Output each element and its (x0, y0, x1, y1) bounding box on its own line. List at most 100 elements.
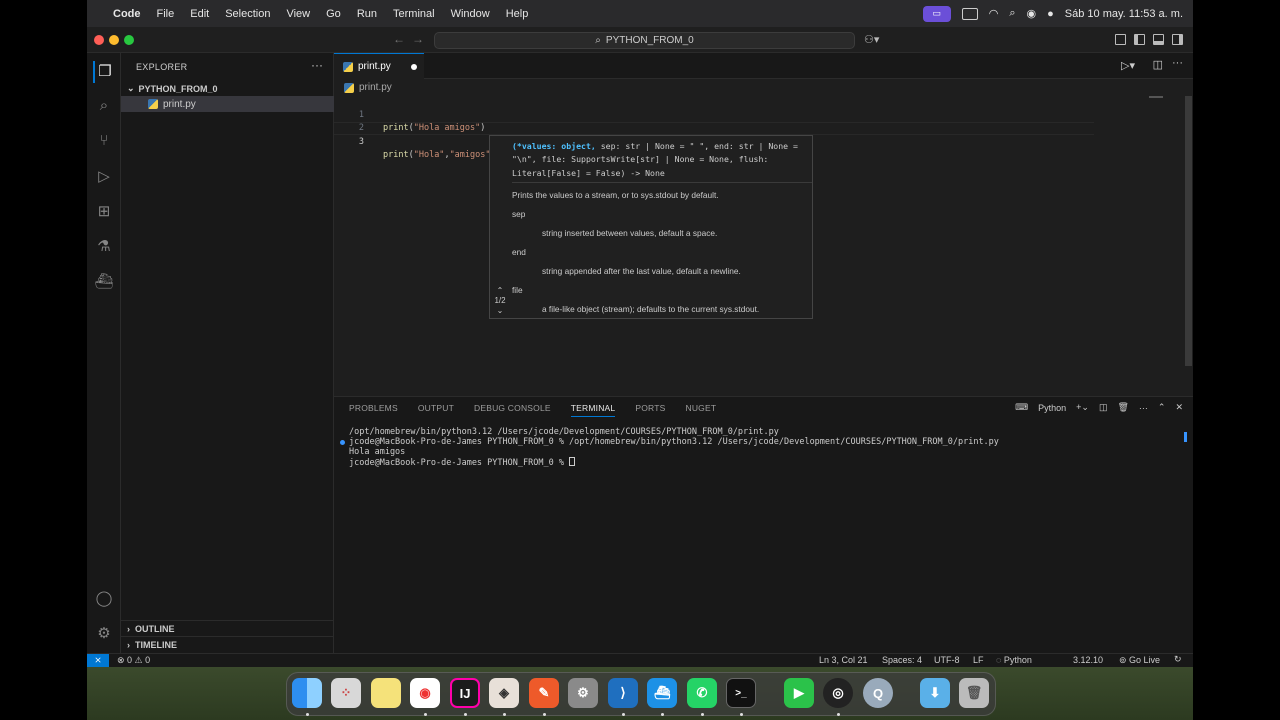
menu-run[interactable]: Run (349, 8, 385, 20)
system-settings-icon[interactable]: ⚙ (568, 678, 598, 708)
warp-icon[interactable]: ◈ (489, 678, 519, 708)
screen-share-icon[interactable]: ▭ (922, 5, 951, 22)
battery-icon[interactable] (961, 7, 978, 20)
maximize-panel-icon[interactable]: ⌃ (1158, 402, 1166, 413)
chevron-up-icon[interactable]: ⌃ (491, 286, 509, 296)
docker-icon[interactable]: ⛴ (93, 271, 115, 293)
sublime-icon[interactable]: ✎ (529, 678, 559, 708)
kill-terminal-icon[interactable]: 🗑 (1117, 402, 1128, 413)
docker-icon[interactable]: ⛴ (647, 678, 677, 708)
siri-icon[interactable]: ● (1047, 8, 1054, 20)
signature-help-popup[interactable]: (*values: object, sep: str | None = " ",… (489, 135, 813, 319)
vscode-icon[interactable]: ⟩ (608, 678, 638, 708)
more-actions-icon[interactable]: ··· (311, 58, 323, 72)
code-line-1[interactable]: 1 print("Hola amigos") (334, 96, 1094, 133)
timeline-section[interactable]: › TIMELINE (121, 636, 334, 652)
close-window-button[interactable] (94, 35, 104, 45)
breadcrumb-file[interactable]: print.py (359, 82, 392, 93)
tab-debug-console[interactable]: DEBUG CONSOLE (474, 403, 551, 417)
tab-ports[interactable]: PORTS (635, 403, 665, 417)
source-control-icon[interactable]: ⑂ (93, 130, 115, 152)
terminal-scrollbar[interactable] (1184, 432, 1187, 442)
wifi-icon[interactable]: ◠ (989, 7, 999, 20)
menu-help[interactable]: Help (498, 8, 537, 20)
menu-window[interactable]: Window (443, 8, 498, 20)
cursor-position[interactable]: Ln 3, Col 21 (819, 655, 868, 665)
menu-file[interactable]: File (149, 8, 183, 20)
line-ending[interactable]: LF (973, 655, 984, 665)
problems-count[interactable]: ⊗ 0 ⚠ 0 (117, 655, 150, 666)
menu-view[interactable]: View (278, 8, 318, 20)
indentation[interactable]: Spaces: 4 (882, 655, 922, 665)
notes-icon[interactable] (371, 678, 401, 708)
layout-customize-icon[interactable] (1115, 34, 1126, 45)
trash-icon[interactable]: 🗑 (959, 678, 989, 708)
search-icon[interactable]: ⌕ (93, 95, 115, 117)
tab-output[interactable]: OUTPUT (418, 403, 454, 417)
settings-gear-icon[interactable]: ⚙ (93, 623, 115, 645)
launchpad-icon[interactable]: ⁘ (331, 678, 361, 708)
python-version[interactable]: 3.12.10 (1073, 655, 1103, 665)
zoom-window-button[interactable] (124, 35, 134, 45)
terminal-prompt-line[interactable]: jcode@MacBook-Pro-de-James PYTHON_FROM_0… (349, 457, 576, 469)
nav-forward-icon[interactable]: → (412, 32, 424, 46)
new-terminal-icon[interactable]: +⌄ (1076, 402, 1089, 413)
quicktime-icon[interactable]: Q (863, 678, 893, 708)
chrome-icon[interactable]: ◉ (410, 678, 440, 708)
run-debug-icon[interactable]: ▷ (93, 166, 115, 188)
facetime-icon[interactable]: ▶ (784, 678, 814, 708)
copilot-icon[interactable]: ⚇▾ (864, 33, 879, 46)
minimize-window-button[interactable] (109, 35, 119, 45)
editor-scrollbar[interactable] (1185, 96, 1192, 366)
downloads-folder-icon[interactable]: ⬇ (920, 678, 950, 708)
terminal-shell-name[interactable]: Python (1038, 403, 1066, 413)
tab-print-py[interactable]: print.py (334, 53, 424, 79)
whatsapp-icon[interactable]: ✆ (687, 678, 717, 708)
outline-section[interactable]: › OUTLINE (121, 620, 334, 636)
explorer-icon[interactable]: ❐ (93, 61, 115, 83)
intellij-icon[interactable]: IJ (450, 678, 480, 708)
finder-icon[interactable] (292, 678, 322, 708)
tab-problems[interactable]: PROBLEMS (349, 403, 398, 417)
notifications-icon[interactable]: ↻ (1174, 654, 1182, 665)
toggle-secondary-sidebar-icon[interactable] (1172, 34, 1183, 45)
language-mode[interactable]: ◌ Python (996, 655, 1032, 665)
run-file-icon[interactable]: ▷▾ (1121, 59, 1135, 72)
control-center-icon[interactable]: ◉ (1027, 7, 1037, 20)
tab-nuget[interactable]: NUGET (685, 403, 716, 417)
terminal-app-icon[interactable]: >_ (726, 678, 756, 708)
menu-terminal[interactable]: Terminal (385, 8, 443, 20)
menu-selection[interactable]: Selection (217, 8, 278, 20)
encoding[interactable]: UTF-8 (934, 655, 960, 665)
command-status-icon[interactable] (340, 440, 345, 445)
tab-terminal[interactable]: TERMINAL (570, 403, 616, 417)
editor-more-icon[interactable]: ··· (1172, 57, 1183, 69)
split-editor-icon[interactable]: ◫ (1153, 58, 1163, 71)
menubar-clock[interactable]: Sáb 10 may. 11:53 a. m. (1065, 8, 1183, 20)
menu-go[interactable]: Go (318, 8, 349, 20)
menu-edit[interactable]: Edit (182, 8, 217, 20)
toggle-panel-icon[interactable] (1153, 34, 1164, 45)
unsaved-dot-icon[interactable] (411, 64, 417, 70)
toggle-sidebar-icon[interactable] (1134, 34, 1145, 45)
remote-indicator-icon[interactable]: ⨯ (87, 654, 109, 668)
workspace-folder[interactable]: ⌄ PYTHON_FROM_0 (121, 81, 334, 96)
terminal-shell-icon[interactable]: ⌨ (1015, 402, 1028, 413)
go-live[interactable]: ⊚ Go Live (1119, 655, 1160, 666)
code-line-3[interactable]: 3 print("Hola","amigos") (334, 122, 1094, 161)
close-panel-icon[interactable]: ✕ (1175, 402, 1183, 413)
extensions-icon[interactable]: ⊞ (93, 201, 115, 223)
minimap[interactable] (1149, 96, 1163, 98)
code-line-2[interactable]: 2 (334, 109, 1094, 133)
nav-back-icon[interactable]: ← (393, 32, 405, 46)
file-item-print-py[interactable]: print.py (121, 96, 334, 112)
chevron-down-icon[interactable]: ⌄ (491, 306, 509, 316)
testing-icon[interactable]: ⚗ (93, 236, 115, 258)
menu-app-code[interactable]: Code (105, 8, 149, 20)
obs-icon[interactable]: ◎ (823, 678, 853, 708)
split-terminal-icon[interactable]: ◫ (1099, 402, 1108, 413)
account-icon[interactable]: ◯ (93, 588, 115, 610)
panel-more-icon[interactable]: ··· (1139, 403, 1148, 413)
command-center-search[interactable]: ⌕ PYTHON_FROM_0 (434, 32, 855, 49)
spotlight-search-icon[interactable]: ⌕ (1009, 7, 1015, 20)
